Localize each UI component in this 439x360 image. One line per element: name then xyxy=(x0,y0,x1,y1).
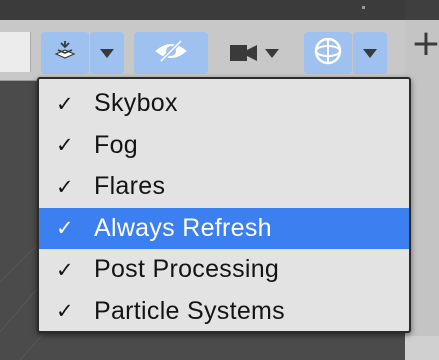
checkmark-icon: ✓ xyxy=(56,174,74,199)
menu-item-particle-systems[interactable]: ✓ Particle Systems xyxy=(39,291,409,333)
effects-dropdown-menu: ✓ Skybox ✓ Fog ✓ Flares ✓ Always Refresh… xyxy=(37,77,411,333)
menu-item-fog[interactable]: ✓ Fog xyxy=(39,125,409,167)
eye-slash-icon xyxy=(153,38,189,69)
chevron-down-icon xyxy=(363,48,377,58)
dot-icon xyxy=(362,6,365,9)
right-panel-header xyxy=(405,0,439,20)
menu-item-label: Particle Systems xyxy=(94,296,285,325)
checkmark-icon: ✓ xyxy=(56,216,74,241)
camera-button[interactable] xyxy=(216,32,292,74)
menu-item-label: Always Refresh xyxy=(94,213,272,242)
gizmo-toggle-button[interactable] xyxy=(41,32,89,74)
menu-item-post-processing[interactable]: ✓ Post Processing xyxy=(39,249,409,291)
video-camera-icon xyxy=(229,42,279,64)
checkmark-icon: ✓ xyxy=(56,299,74,324)
menu-item-skybox[interactable]: ✓ Skybox xyxy=(39,83,409,125)
draw-mode-dropdown-button[interactable] xyxy=(353,32,387,74)
menu-item-label: Skybox xyxy=(94,89,178,118)
globe-gizmo-icon xyxy=(313,36,343,71)
scene-visibility-button[interactable] xyxy=(134,32,208,74)
chevron-down-icon xyxy=(265,48,279,58)
menu-item-label: Flares xyxy=(94,172,166,201)
scene-toolbar xyxy=(0,20,405,81)
layers-stack-icon xyxy=(52,38,78,69)
checkmark-icon: ✓ xyxy=(56,133,74,158)
checkmark-icon: ✓ xyxy=(56,257,74,282)
plus-icon: + xyxy=(410,23,439,64)
right-panel-footer xyxy=(405,336,439,360)
top-strip xyxy=(0,0,439,20)
draw-mode-button[interactable] xyxy=(304,32,352,74)
chevron-down-icon xyxy=(100,48,114,58)
menu-item-always-refresh[interactable]: ✓ Always Refresh xyxy=(39,207,409,249)
search-field[interactable] xyxy=(0,32,31,72)
menu-item-flares[interactable]: ✓ Flares xyxy=(39,166,409,208)
add-button[interactable]: + xyxy=(410,23,439,64)
checkmark-icon: ✓ xyxy=(56,91,74,116)
menu-item-label: Post Processing xyxy=(94,255,280,284)
menu-item-label: Fog xyxy=(94,130,138,159)
gizmo-dropdown-button[interactable] xyxy=(90,32,124,74)
